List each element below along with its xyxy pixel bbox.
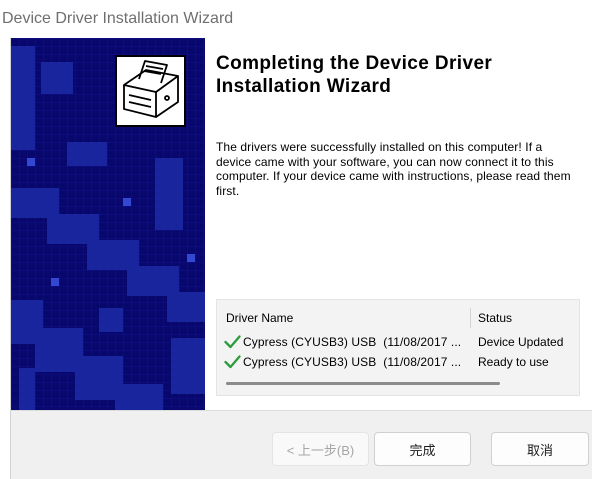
driver-status: Device Updated — [478, 335, 564, 349]
finish-button[interactable]: 完成 — [374, 432, 471, 466]
banner-block — [171, 338, 205, 394]
column-divider[interactable] — [470, 308, 471, 328]
driver-install-icon — [115, 55, 186, 127]
page-title: Completing the Device Driver Installatio… — [216, 53, 493, 97]
banner-highlight — [187, 254, 195, 262]
banner-block — [67, 142, 107, 166]
completion-message: The drivers were successfully installed … — [216, 140, 571, 198]
green-check-icon — [224, 355, 241, 369]
banner-highlight — [27, 158, 35, 166]
banner-block — [11, 46, 35, 150]
banner-highlight — [123, 198, 131, 206]
wizard-banner — [11, 38, 205, 410]
horizontal-scrollbar-thumb[interactable] — [226, 382, 500, 385]
title-bar[interactable]: Device Driver Installation Wizard — [0, 0, 592, 38]
driver-list[interactable]: Driver Name Status Cypress (CYUSB3) USB … — [216, 299, 580, 396]
green-check-icon — [224, 335, 241, 349]
check-mark — [224, 335, 241, 349]
column-header-driver-name[interactable]: Driver Name — [226, 307, 466, 329]
cancel-button[interactable]: 取消 — [491, 432, 589, 466]
banner-block — [41, 62, 73, 94]
banner-block — [155, 158, 183, 230]
list-header: Driver Name Status — [217, 307, 579, 329]
check-mark — [224, 355, 241, 369]
banner-highlight — [51, 278, 59, 286]
column-header-status[interactable]: Status — [478, 307, 574, 329]
window-title: Device Driver Installation Wizard — [2, 10, 234, 27]
back-button[interactable]: < 上一步(B) — [272, 432, 369, 466]
driver-status: Ready to use — [478, 355, 549, 369]
banner-block — [19, 368, 35, 410]
list-item[interactable]: Cypress (CYUSB3) USB (11/08/2017 ... Rea… — [217, 352, 579, 372]
button-bar: < 上一步(B) 完成 取消 — [11, 410, 592, 479]
list-item[interactable]: Cypress (CYUSB3) USB (11/08/2017 ... Dev… — [217, 332, 579, 352]
banner-block — [99, 308, 123, 332]
driver-name: Cypress (CYUSB3) USB (11/08/2017 ... — [243, 335, 462, 349]
driver-name: Cypress (CYUSB3) USB (11/08/2017 ... — [243, 355, 462, 369]
